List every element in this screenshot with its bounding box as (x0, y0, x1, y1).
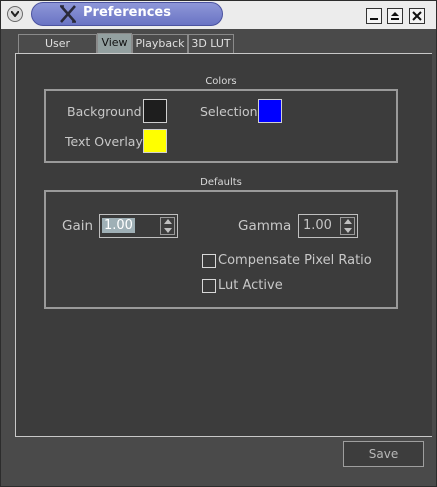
arrow-down-icon (344, 228, 352, 233)
maximize-icon (391, 12, 399, 20)
compensate-pixel-ratio-label[interactable]: Compensate Pixel Ratio (218, 253, 372, 268)
tab-user-interface[interactable]: User Interface (18, 34, 97, 68)
gain-decrement-button[interactable] (161, 227, 174, 235)
arrow-up-icon (164, 219, 172, 224)
gamma-label: Gamma (238, 218, 292, 234)
tab-view[interactable]: View (97, 33, 132, 54)
arrow-down-icon (164, 228, 172, 233)
maximize-button[interactable] (387, 8, 403, 24)
gamma-stepper[interactable] (340, 217, 355, 235)
close-icon (412, 11, 422, 21)
compensate-pixel-ratio-checkbox[interactable] (202, 254, 216, 268)
lut-active-label[interactable]: Lut Active (218, 278, 283, 293)
minimize-button[interactable] (366, 8, 382, 24)
gain-value[interactable]: 1.00 (102, 218, 135, 233)
defaults-group-label: Defaults (200, 177, 242, 188)
close-button[interactable] (409, 8, 425, 24)
tab-playback[interactable]: Playback (132, 34, 188, 54)
text-overlay-color-swatch[interactable] (143, 129, 167, 153)
save-button[interactable]: Save (343, 441, 424, 467)
background-label: Background (67, 104, 142, 119)
gain-stepper[interactable] (160, 217, 175, 235)
window-menu-button[interactable] (7, 6, 23, 22)
background-color-swatch[interactable] (143, 99, 167, 123)
gamma-value[interactable]: 1.00 (303, 218, 332, 233)
selection-color-swatch[interactable] (258, 99, 282, 123)
gamma-spinner[interactable]: 1.00 (298, 214, 358, 238)
colors-group (44, 89, 398, 163)
gamma-increment-button[interactable] (341, 218, 354, 226)
selection-label: Selection (200, 104, 258, 119)
text-overlay-label: Text Overlay (65, 134, 143, 149)
gain-label: Gain (62, 218, 94, 234)
minimize-icon (370, 18, 378, 20)
gamma-decrement-button[interactable] (341, 227, 354, 235)
colors-group-label: Colors (205, 76, 237, 87)
app-logo-icon (58, 5, 78, 23)
gain-increment-button[interactable] (161, 218, 174, 226)
lut-active-checkbox[interactable] (202, 279, 216, 293)
gain-spinner[interactable]: 1.00 (99, 214, 178, 238)
window-title: Preferences (83, 5, 171, 20)
chevron-down-icon (11, 11, 19, 17)
arrow-up-icon (344, 219, 352, 224)
tab-3d-lut[interactable]: 3D LUT (188, 34, 234, 54)
